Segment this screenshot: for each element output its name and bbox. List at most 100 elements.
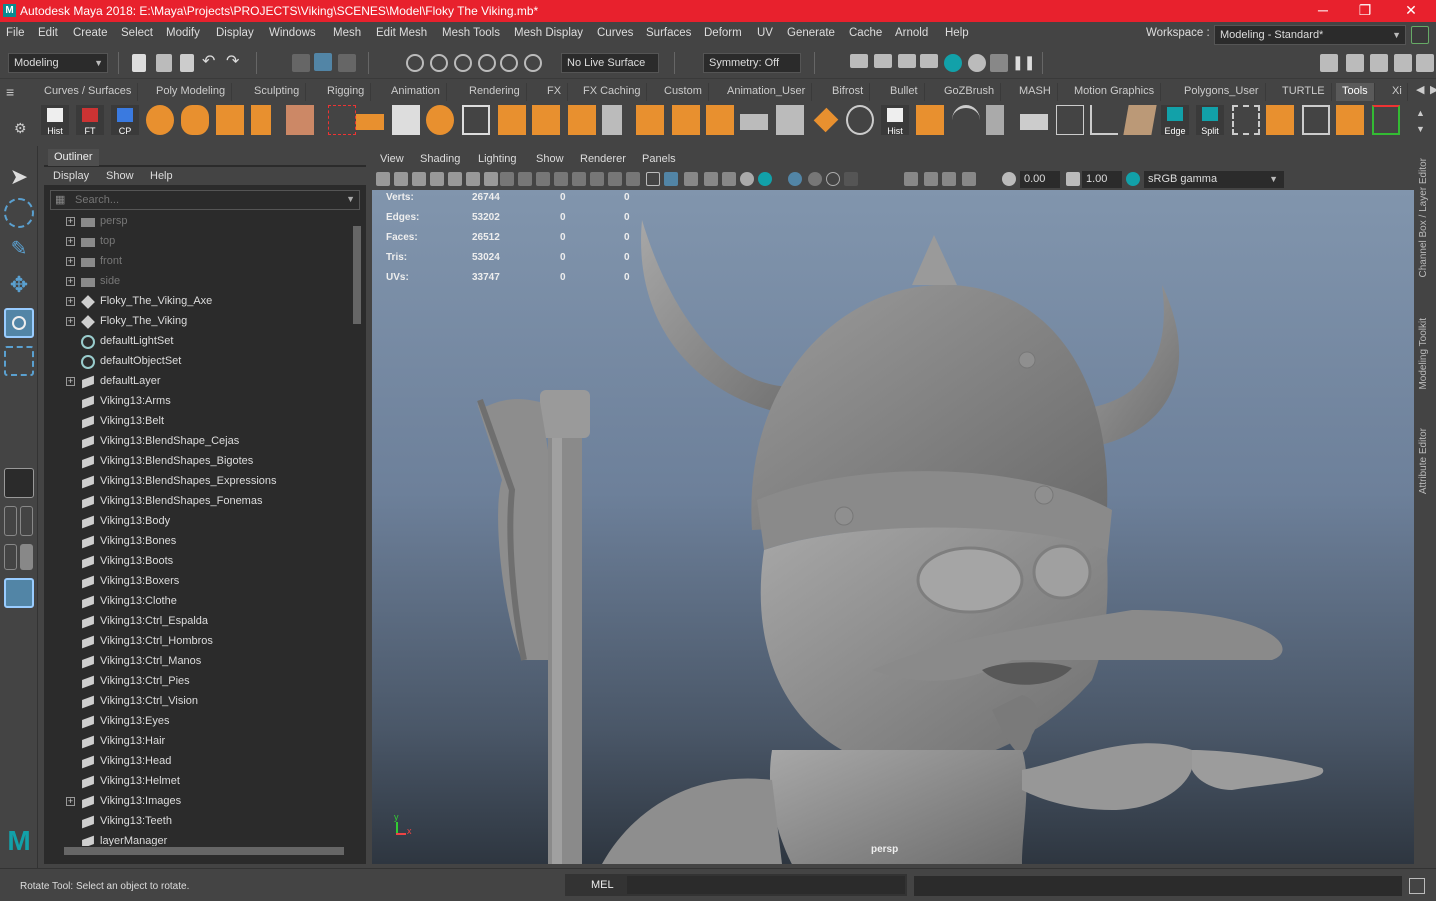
exposure-icon[interactable]: [1002, 172, 1016, 186]
xray-active-icon[interactable]: [924, 172, 938, 186]
menu-file[interactable]: File: [6, 27, 25, 39]
reset-icon[interactable]: [1372, 105, 1400, 135]
center-pivot-icon[interactable]: CP: [111, 105, 139, 136]
multisample-aa-icon[interactable]: [808, 172, 822, 186]
outliner-row[interactable]: + Floky_The_Viking: [44, 312, 350, 332]
outliner-row[interactable]: + Viking13:Images: [44, 792, 350, 812]
bridge-icon[interactable]: [568, 105, 596, 135]
multi-cut-icon[interactable]: [462, 105, 490, 135]
shelf-tab-gozbrush[interactable]: GoZBrush: [938, 83, 1002, 101]
shelf-tab-bullet[interactable]: Bullet: [884, 83, 925, 101]
script-editor-icon[interactable]: [1409, 878, 1425, 894]
pause-icon[interactable]: ❚❚: [1012, 55, 1035, 73]
crease-icon[interactable]: [776, 105, 804, 135]
stack-icon[interactable]: [1020, 114, 1048, 130]
soft-select-icon[interactable]: [846, 105, 874, 135]
shelf-tab-motion-graphics[interactable]: Motion Graphics: [1068, 83, 1162, 101]
split-icon[interactable]: Split: [1196, 105, 1224, 136]
resolution-gate-icon[interactable]: [518, 172, 532, 186]
shelf-tab-custom[interactable]: Custom: [658, 83, 709, 101]
xray-joints-icon[interactable]: [904, 172, 918, 186]
wireframe-shading-icon[interactable]: [646, 172, 660, 186]
four-pane-layout-icon[interactable]: [4, 506, 17, 536]
menu-generate[interactable]: Generate: [787, 27, 835, 39]
isolate-select-icon[interactable]: [844, 172, 858, 186]
single-pane-layout-icon[interactable]: [4, 468, 34, 498]
outliner-title[interactable]: Outliner: [48, 149, 99, 166]
history-icon[interactable]: Hist: [881, 105, 909, 136]
poly-sphere-icon[interactable]: [146, 105, 174, 135]
expand-icon[interactable]: +: [66, 217, 75, 226]
outliner-menu-help[interactable]: Help: [150, 170, 173, 182]
depth-of-field-icon[interactable]: [826, 172, 840, 186]
outliner-row[interactable]: Viking13:Teeth: [44, 812, 350, 832]
lasso-tool-icon[interactable]: [4, 198, 34, 228]
viewport-menu-lighting[interactable]: Lighting: [478, 153, 517, 165]
poly-cone-icon[interactable]: [916, 105, 944, 135]
shelf-tab-poly-modeling[interactable]: Poly Modeling: [150, 83, 233, 101]
minimize-button[interactable]: ─: [1300, 0, 1346, 22]
outliner-row[interactable]: Viking13:BlendShapes_Fonemas: [44, 492, 350, 512]
outliner-row[interactable]: Viking13:Boxers: [44, 572, 350, 592]
frame-selection-icon[interactable]: [962, 172, 976, 186]
menu-windows[interactable]: Windows: [269, 27, 316, 39]
shelf-scroll-up-icon[interactable]: ▲: [1416, 108, 1425, 118]
wireframe-on-shaded-icon[interactable]: [684, 172, 698, 186]
outliner-menu-show[interactable]: Show: [106, 170, 134, 182]
smooth-icon[interactable]: [426, 105, 454, 135]
mirror-icon[interactable]: [532, 105, 560, 135]
menu-arnold[interactable]: Arnold: [895, 27, 928, 39]
shelf-tab-polygons-user[interactable]: Polygons_User: [1178, 83, 1266, 101]
shelf-tab-fx[interactable]: FX: [541, 83, 569, 101]
freeze-icon[interactable]: [1336, 105, 1364, 135]
screen-space-ao-icon[interactable]: [758, 172, 772, 186]
lock-icon[interactable]: [1411, 26, 1429, 44]
safe-action-icon[interactable]: [572, 172, 586, 186]
shelf-menu-icon[interactable]: ≡: [6, 84, 32, 102]
poly-plane-icon[interactable]: [636, 105, 664, 135]
shelf-tab-mash[interactable]: MASH: [1013, 83, 1058, 101]
shelf-scroll-down-icon[interactable]: ▼: [1416, 124, 1425, 134]
target-weld-icon[interactable]: [672, 105, 700, 135]
save-scene-icon[interactable]: [180, 54, 194, 72]
outliner-row[interactable]: defaultLightSet: [44, 332, 350, 352]
select-component-icon[interactable]: [338, 54, 356, 72]
mel-input[interactable]: [627, 876, 905, 894]
camera-attributes-icon[interactable]: [394, 172, 408, 186]
field-chart-icon[interactable]: [554, 172, 568, 186]
grease-pencil-icon[interactable]: [466, 172, 480, 186]
expand-icon[interactable]: +: [66, 277, 75, 286]
viewport-menu-show[interactable]: Show: [536, 153, 564, 165]
backface-culling-icon[interactable]: [942, 172, 956, 186]
menu-surfaces[interactable]: Surfaces: [646, 27, 691, 39]
menu-mesh-tools[interactable]: Mesh Tools: [442, 27, 500, 39]
poly-diamond-icon[interactable]: [813, 107, 839, 133]
expand-icon[interactable]: +: [66, 317, 75, 326]
shelf-tab-rendering[interactable]: Rendering: [463, 83, 527, 101]
outliner-layout-icon[interactable]: [20, 544, 33, 570]
mel-label[interactable]: MEL: [591, 879, 614, 891]
fill-hole-icon[interactable]: [706, 105, 734, 135]
snap-surface-icon[interactable]: [500, 54, 518, 72]
outliner-hscrollbar[interactable]: [50, 846, 346, 856]
hypershade-icon[interactable]: [944, 54, 962, 72]
outliner-row[interactable]: + side: [44, 272, 350, 292]
measure-icon[interactable]: [1090, 105, 1118, 135]
outliner-row[interactable]: Viking13:Clothe: [44, 592, 350, 612]
color-management-icon[interactable]: [1126, 172, 1140, 186]
use-all-lights-icon[interactable]: [722, 172, 736, 186]
shelf-tab-fx-caching[interactable]: FX Caching: [577, 83, 648, 101]
rotate-tool-icon[interactable]: [4, 308, 34, 338]
render-sequence-icon[interactable]: [968, 54, 986, 72]
outliner-row[interactable]: + persp: [44, 212, 350, 232]
outliner-row[interactable]: Viking13:Ctrl_Espalda: [44, 612, 350, 632]
tab-channel-box[interactable]: Channel Box / Layer Editor: [1418, 158, 1429, 278]
snap-grid-icon[interactable]: [406, 54, 424, 72]
search-input[interactable]: [75, 192, 335, 208]
motion-blur-icon[interactable]: [788, 172, 802, 186]
slide-edge-icon[interactable]: [740, 114, 768, 130]
shelf-tab-sculpting[interactable]: Sculpting: [248, 83, 307, 101]
outliner-menu-display[interactable]: Display: [53, 170, 89, 182]
center-icon[interactable]: [1266, 105, 1294, 135]
2d-pan-zoom-icon[interactable]: [448, 172, 462, 186]
